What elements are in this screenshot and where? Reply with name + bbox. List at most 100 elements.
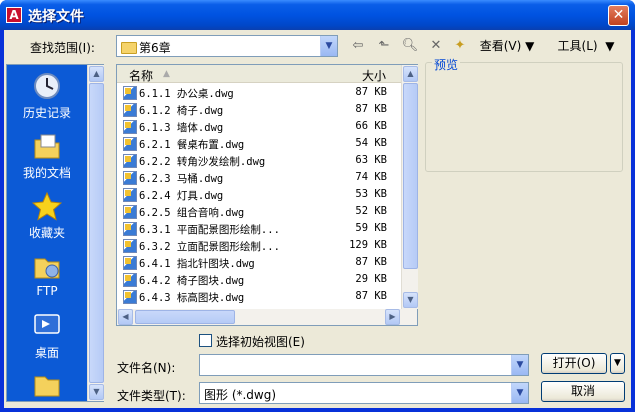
- scroll-up-icon[interactable]: ▲: [403, 66, 418, 82]
- cancel-button[interactable]: 取消: [541, 381, 625, 402]
- file-size: 87 KB: [355, 103, 387, 115]
- scroll-down-icon[interactable]: ▼: [89, 384, 104, 400]
- place-more[interactable]: [7, 369, 87, 402]
- chevron-down-icon[interactable]: ▼: [511, 355, 528, 375]
- tools-menu-button[interactable]: 工具(L) ▼: [550, 37, 622, 55]
- file-row[interactable]: 6.3.1 平面配景图形绘制... 59 KB: [121, 221, 401, 238]
- dwg-file-icon: [123, 137, 137, 151]
- ftp-icon: [34, 258, 60, 279]
- place-desktop[interactable]: 桌面: [7, 311, 87, 361]
- place-ftp[interactable]: FTP: [7, 251, 87, 298]
- up-folder-icon[interactable]: ⬑: [374, 37, 394, 55]
- view-menu-button[interactable]: 查看(V) ▼: [474, 37, 540, 55]
- place-label: 历史记录: [22, 106, 71, 120]
- chevron-down-icon[interactable]: ▼: [511, 383, 528, 403]
- back-icon[interactable]: ⇦: [348, 37, 368, 55]
- dwg-file-icon: [123, 222, 137, 236]
- sort-asc-icon: ▲: [163, 69, 170, 79]
- file-row[interactable]: 6.3.2 立面配景图形绘制... 129 KB: [121, 238, 401, 255]
- initial-view-label[interactable]: 选择初始视图(E): [216, 333, 305, 350]
- file-row[interactable]: 6.4.3 标高图块.dwg 87 KB: [121, 289, 401, 306]
- dwg-file-icon: [123, 103, 137, 117]
- history-icon: [34, 73, 60, 99]
- file-name: 6.1.1 办公桌.dwg: [139, 88, 234, 100]
- place-label: 我的文档: [22, 166, 71, 180]
- scroll-up-icon[interactable]: ▲: [89, 66, 104, 82]
- dwg-file-icon: [123, 256, 137, 270]
- file-list-hscrollbar[interactable]: ◀ ▶: [117, 309, 417, 325]
- file-size: 54 KB: [355, 137, 387, 149]
- file-row[interactable]: 6.1.3 墙体.dwg 66 KB: [121, 119, 401, 136]
- file-size: 87 KB: [355, 256, 387, 268]
- dwg-file-icon: [123, 120, 137, 134]
- filename-combo[interactable]: ▼: [199, 354, 529, 376]
- file-name: 6.3.2 立面配景图形绘制...: [139, 241, 280, 253]
- chevron-down-icon[interactable]: ▼: [320, 36, 337, 56]
- file-name: 6.2.3 马桶.dwg: [139, 173, 224, 185]
- file-size: 63 KB: [355, 154, 387, 166]
- file-list-header: 名称 ▲ 大小: [117, 65, 401, 83]
- initial-view-checkbox[interactable]: [199, 334, 212, 347]
- file-row[interactable]: 6.4.2 椅子图块.dwg 29 KB: [121, 272, 401, 289]
- tools-menu-label: 工具(L): [557, 39, 598, 53]
- hscroll-thumb[interactable]: [135, 310, 235, 324]
- scroll-left-icon[interactable]: ◀: [118, 309, 133, 325]
- place-favorites[interactable]: 收藏夹: [7, 191, 87, 241]
- file-name: 6.3.1 平面配景图形绘制...: [139, 224, 280, 236]
- column-header-size[interactable]: 大小: [362, 67, 386, 84]
- filetype-combo[interactable]: 图形 (*.dwg) ▼: [199, 382, 529, 404]
- open-button[interactable]: 打开(O): [541, 353, 607, 374]
- scroll-down-icon[interactable]: ▼: [403, 292, 418, 308]
- file-name: 6.4.3 标高图块.dwg: [139, 292, 245, 304]
- filetype-label: 文件类型(T):: [117, 389, 186, 403]
- new-folder-icon[interactable]: ✦: [450, 37, 470, 55]
- dialog-body: 查找范围(I): 第6章 ▼ ⇦ ⬑ 🔍︎ ✕ ✦ 查看(V) ▼ 工具(L) …: [4, 30, 631, 408]
- title-bar[interactable]: A 选择文件 ✕: [0, 0, 635, 30]
- search-web-icon[interactable]: 🔍︎: [400, 37, 420, 55]
- dialog-title: 选择文件: [28, 9, 84, 25]
- dwg-file-icon: [123, 171, 137, 185]
- folder-icon: [34, 376, 60, 397]
- scroll-thumb[interactable]: [89, 83, 104, 383]
- places-scrollbar[interactable]: ▲ ▼: [87, 65, 104, 401]
- column-header-name[interactable]: 名称: [129, 67, 153, 84]
- preview-label: 预览: [432, 56, 461, 73]
- dwg-file-icon: [123, 239, 137, 253]
- file-row[interactable]: 6.2.4 灯具.dwg 53 KB: [121, 187, 401, 204]
- file-row[interactable]: 6.1.2 椅子.dwg 87 KB: [121, 102, 401, 119]
- autocad-app-icon: A: [6, 7, 22, 23]
- file-row[interactable]: 6.1.1 办公桌.dwg 87 KB: [121, 85, 401, 102]
- file-size: 87 KB: [355, 86, 387, 98]
- file-size: 29 KB: [355, 273, 387, 285]
- lookin-label: 查找范围(I):: [30, 41, 95, 55]
- lookin-value: 第6章: [139, 41, 171, 55]
- file-row[interactable]: 6.2.5 组合音响.dwg 52 KB: [121, 204, 401, 221]
- file-list-vscrollbar[interactable]: ▲ ▼: [401, 65, 418, 309]
- file-size: 53 KB: [355, 188, 387, 200]
- delete-icon[interactable]: ✕: [426, 37, 446, 55]
- file-name: 6.1.2 椅子.dwg: [139, 105, 224, 117]
- favorites-icon: [32, 191, 62, 221]
- place-label: 收藏夹: [28, 226, 65, 240]
- file-row[interactable]: 6.2.3 马桶.dwg 74 KB: [121, 170, 401, 187]
- lookin-combo[interactable]: 第6章 ▼: [116, 35, 338, 57]
- dwg-file-icon: [123, 205, 137, 219]
- place-label: 桌面: [34, 346, 59, 360]
- dwg-file-icon: [123, 273, 137, 287]
- file-name: 6.2.2 转角沙发绘制.dwg: [139, 156, 266, 168]
- close-button[interactable]: ✕: [608, 5, 629, 26]
- file-row[interactable]: 6.2.1 餐桌布置.dwg 54 KB: [121, 136, 401, 153]
- file-size: 59 KB: [355, 222, 387, 234]
- file-row[interactable]: 6.4.1 指北针图块.dwg 87 KB: [121, 255, 401, 272]
- file-name: 6.2.5 组合音响.dwg: [139, 207, 245, 219]
- file-row[interactable]: 6.2.2 转角沙发绘制.dwg 63 KB: [121, 153, 401, 170]
- file-name: 6.4.1 指北针图块.dwg: [139, 258, 255, 270]
- open-options-button[interactable]: ▼: [610, 353, 625, 374]
- dwg-file-icon: [123, 86, 137, 100]
- place-documents[interactable]: 我的文档: [7, 131, 87, 181]
- file-size: 74 KB: [355, 171, 387, 183]
- scroll-right-icon[interactable]: ▶: [385, 309, 400, 325]
- scroll-thumb[interactable]: [403, 83, 418, 269]
- place-history[interactable]: 历史记录: [7, 71, 87, 121]
- file-list: 名称 ▲ 大小 6.1.1 办公桌.dwg 87 KB 6.1.2 椅子.dwg 87…: [116, 64, 418, 326]
